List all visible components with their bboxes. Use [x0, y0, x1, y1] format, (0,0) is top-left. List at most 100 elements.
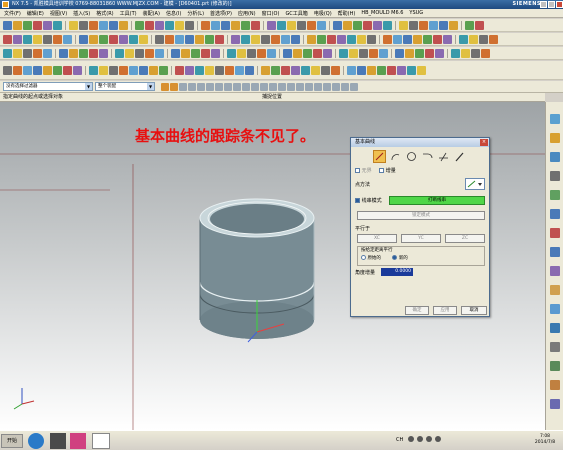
- toolbar-button-icon[interactable]: [251, 20, 260, 30]
- resource-bar-tab-icon[interactable]: [550, 399, 560, 409]
- toolbar-button-icon[interactable]: [109, 65, 118, 75]
- toolbar-button-icon[interactable]: [429, 20, 438, 30]
- toolbar-button-icon[interactable]: [317, 34, 326, 44]
- toolbar-button-icon[interactable]: [79, 48, 88, 58]
- toolbar-button-icon[interactable]: [181, 48, 190, 58]
- minimize-button[interactable]: [540, 1, 547, 8]
- toolbar-button-icon[interactable]: [59, 48, 68, 58]
- menu-item[interactable]: 编辑(E): [27, 10, 44, 17]
- arc-icon[interactable]: [389, 150, 402, 163]
- toolbar-button-icon[interactable]: [201, 48, 210, 58]
- toolbar-button-icon[interactable]: [89, 48, 98, 58]
- toolbar-button-icon[interactable]: [43, 20, 52, 30]
- resource-bar-tab-icon[interactable]: [550, 323, 560, 333]
- resource-bar-tab-icon[interactable]: [550, 266, 560, 276]
- snap-point-icon[interactable]: [350, 82, 358, 91]
- toolbar-button-icon[interactable]: [331, 65, 340, 75]
- toolbar-button-icon[interactable]: [205, 34, 214, 44]
- string-mode-checkbox[interactable]: [355, 198, 360, 203]
- toolbar-button-icon[interactable]: [261, 65, 270, 75]
- toolbar-button-icon[interactable]: [257, 48, 266, 58]
- toolbar-button-icon[interactable]: [3, 48, 12, 58]
- toolbar-button-icon[interactable]: [461, 48, 470, 58]
- toolbar-button-icon[interactable]: [89, 65, 98, 75]
- toolbar-button-icon[interactable]: [281, 65, 290, 75]
- toolbar-button-icon[interactable]: [13, 34, 22, 44]
- toolbar-button-icon[interactable]: [415, 48, 424, 58]
- toolbar-button-icon[interactable]: [363, 20, 372, 30]
- toolbar-button-icon[interactable]: [481, 48, 490, 58]
- toolbar-button-icon[interactable]: [405, 48, 414, 58]
- resource-bar-tab-icon[interactable]: [550, 152, 560, 162]
- toolbar-button-icon[interactable]: [33, 48, 42, 58]
- toolbar-button-icon[interactable]: [251, 34, 260, 44]
- menu-item[interactable]: 分析(L): [187, 10, 204, 17]
- toolbar-button-icon[interactable]: [347, 65, 356, 75]
- menu-item[interactable]: 装配(A): [143, 10, 160, 17]
- browser-icon[interactable]: [28, 433, 44, 449]
- toolbar-button-icon[interactable]: [201, 20, 210, 30]
- resource-bar-tab-icon[interactable]: [550, 190, 560, 200]
- toolbar-button-icon[interactable]: [469, 34, 478, 44]
- snap-point-icon[interactable]: [332, 82, 340, 91]
- close-button[interactable]: [556, 1, 563, 8]
- toolbar-button-icon[interactable]: [205, 65, 214, 75]
- resource-bar-tab-icon[interactable]: [550, 209, 560, 219]
- toolbar-button-icon[interactable]: [291, 65, 300, 75]
- toolbar-button-icon[interactable]: [301, 65, 310, 75]
- trim-icon[interactable]: [437, 150, 450, 163]
- snap-point-icon[interactable]: [305, 82, 313, 91]
- toolbar-button-icon[interactable]: [159, 65, 168, 75]
- toolbar-button-icon[interactable]: [271, 65, 280, 75]
- toolbar-button-icon[interactable]: [323, 48, 332, 58]
- toolbar-button-icon[interactable]: [297, 20, 306, 30]
- snap-point-icon[interactable]: [233, 82, 241, 91]
- toolbar-button-icon[interactable]: [403, 34, 412, 44]
- toolbar-button-icon[interactable]: [435, 48, 444, 58]
- toolbar-button-icon[interactable]: [115, 48, 124, 58]
- toolbar-button-icon[interactable]: [175, 34, 184, 44]
- toolbar-button-icon[interactable]: [135, 48, 144, 58]
- toolbar-button-icon[interactable]: [261, 34, 270, 44]
- incremental-checkbox[interactable]: [379, 168, 385, 173]
- snap-point-icon[interactable]: [314, 82, 322, 91]
- toolbar-button-icon[interactable]: [195, 34, 204, 44]
- toolbar-button-icon[interactable]: [271, 34, 280, 44]
- menu-item[interactable]: 帮助(H): [338, 10, 356, 17]
- toolbar-button-icon[interactable]: [185, 65, 194, 75]
- tray-icon-2[interactable]: [417, 436, 423, 442]
- toolbar-button-icon[interactable]: [23, 65, 32, 75]
- toolbar-button-icon[interactable]: [119, 65, 128, 75]
- toolbar-button-icon[interactable]: [439, 20, 448, 30]
- line-icon[interactable]: [373, 150, 386, 163]
- snap-point-icon[interactable]: [170, 82, 178, 91]
- snap-point-icon[interactable]: [206, 82, 214, 91]
- new-radio[interactable]: [392, 255, 398, 260]
- menu-item[interactable]: 工具(T): [120, 10, 137, 17]
- toolbar-button-icon[interactable]: [465, 20, 474, 30]
- toolbar-button-icon[interactable]: [63, 34, 72, 44]
- snap-point-icon[interactable]: [224, 82, 232, 91]
- toolbar-button-icon[interactable]: [353, 20, 362, 30]
- maximize-button[interactable]: [548, 1, 555, 8]
- toolbar-button-icon[interactable]: [155, 48, 164, 58]
- snap-point-icon[interactable]: [341, 82, 349, 91]
- dialog-close-button[interactable]: ×: [480, 139, 488, 146]
- angle-increment-field[interactable]: 0.0000: [381, 268, 413, 276]
- toolbar-button-icon[interactable]: [281, 34, 290, 44]
- resource-bar-tab-icon[interactable]: [550, 247, 560, 257]
- toolbar-button-icon[interactable]: [145, 48, 154, 58]
- toolbar-button-icon[interactable]: [215, 34, 224, 44]
- toolbar-button-icon[interactable]: [433, 34, 442, 44]
- toolbar-button-icon[interactable]: [241, 34, 250, 44]
- toolbar-button-icon[interactable]: [357, 34, 366, 44]
- toolbar-button-icon[interactable]: [175, 65, 184, 75]
- toolbar-button-icon[interactable]: [397, 65, 406, 75]
- toolbar-button-icon[interactable]: [139, 65, 148, 75]
- toolbar-button-icon[interactable]: [443, 34, 452, 44]
- toolbar-button-icon[interactable]: [53, 65, 62, 75]
- toolbar-button-icon[interactable]: [347, 34, 356, 44]
- original-radio[interactable]: [361, 255, 366, 260]
- toolbar-button-icon[interactable]: [417, 65, 426, 75]
- toolbar-button-icon[interactable]: [327, 34, 336, 44]
